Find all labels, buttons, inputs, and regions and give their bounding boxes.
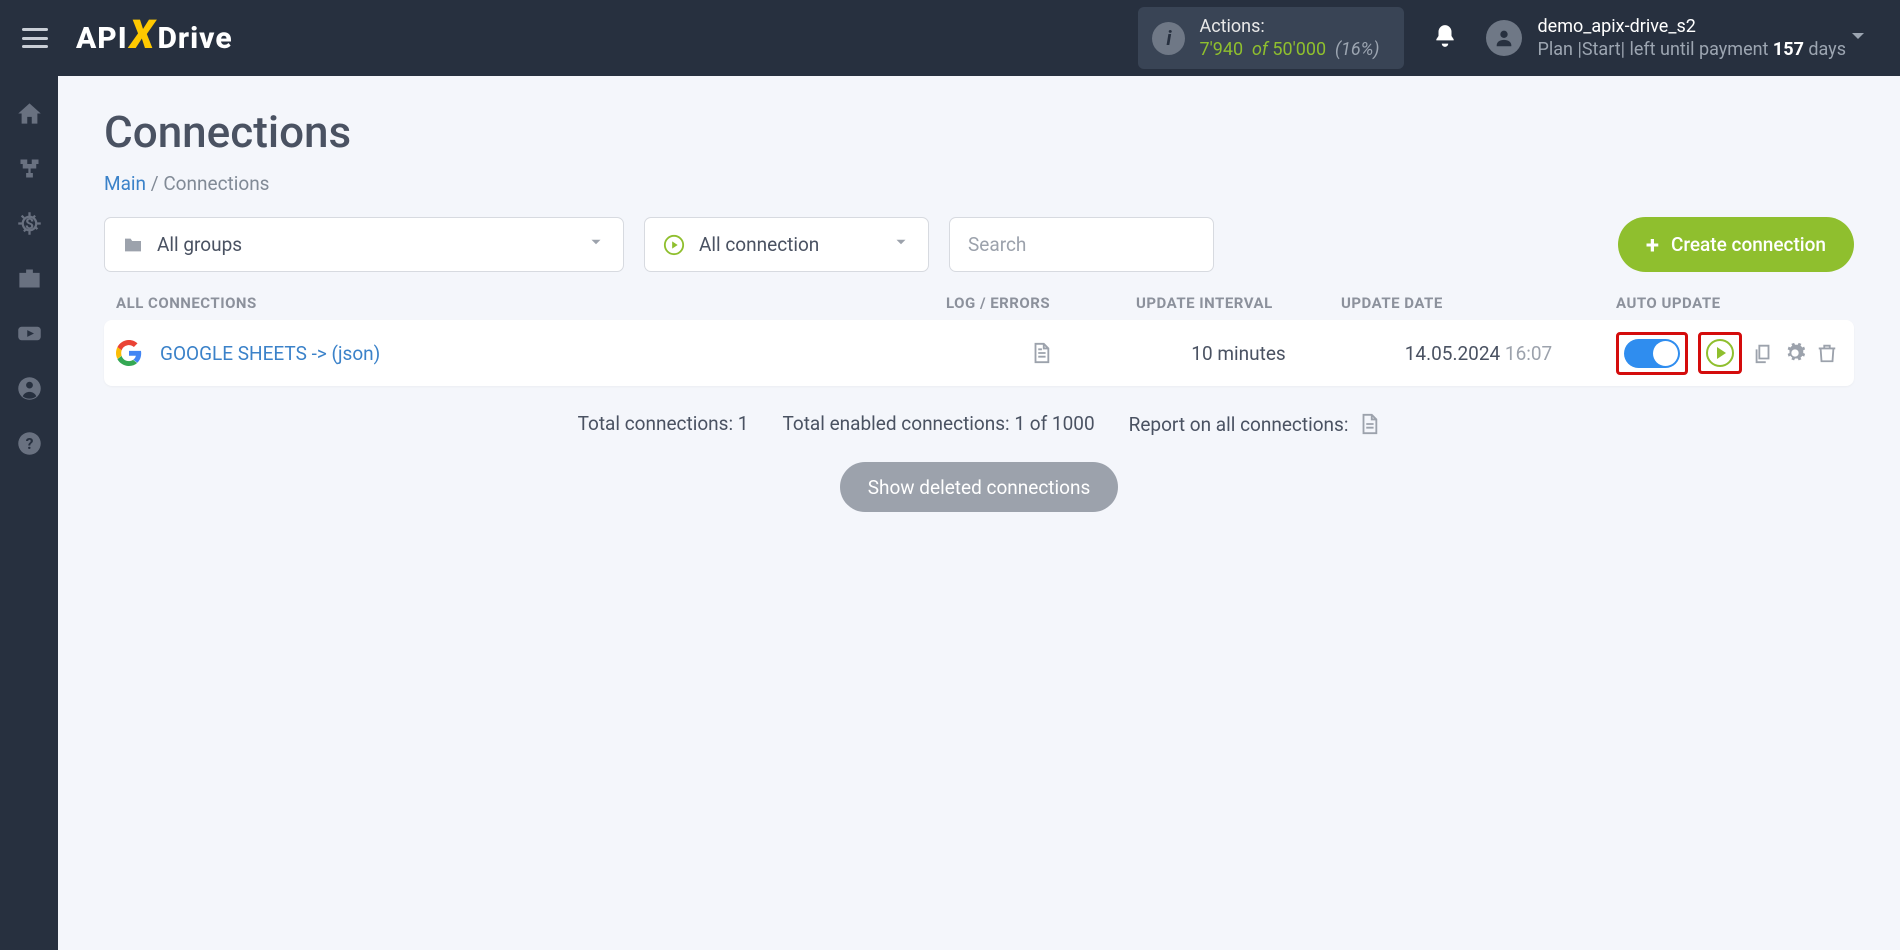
svg-text:$: $ [24,214,33,233]
row-actions [1616,332,1842,375]
table-header: ALL CONNECTIONS LOG / ERRORS UPDATE INTE… [104,294,1854,312]
total-connections: Total connections: 1 [578,412,749,436]
briefcase-icon[interactable] [16,265,43,292]
billing-icon[interactable]: $ [16,210,43,237]
main-content: Connections Main / Connections All group… [58,76,1900,950]
topbar: APIXDrive i Actions: 7'940 of 50'000 (16… [0,0,1900,76]
account-icon[interactable] [16,375,43,402]
col-interval: UPDATE INTERVAL [1136,294,1341,312]
video-icon[interactable] [16,320,43,347]
chevron-down-icon [892,233,910,256]
document-icon [1358,412,1380,436]
connections-icon[interactable] [16,155,43,182]
highlight-run [1698,332,1742,374]
update-interval: 10 minutes [1136,342,1341,365]
actions-counter[interactable]: i Actions: 7'940 of 50'000 (16%) [1138,7,1403,70]
connection-row[interactable]: GOOGLE SHEETS -> (json) 10 minutes 14.05… [104,320,1854,386]
folder-icon [123,237,143,253]
status-select[interactable]: All connection [644,217,929,272]
actions-label: Actions: [1199,15,1379,38]
home-icon[interactable] [16,100,43,127]
enabled-connections: Total enabled connections: 1 of 1000 [782,412,1094,436]
summary-row: Total connections: 1 Total enabled conne… [104,412,1854,436]
highlight-toggle [1616,332,1688,375]
page-title: Connections [104,106,1854,158]
document-icon [1030,341,1052,365]
breadcrumb: Main / Connections [104,172,1854,195]
connection-name[interactable]: GOOGLE SHEETS -> (json) [160,342,946,365]
play-circle-icon [663,234,685,256]
plan-info: Plan |Start| left until payment 157 days [1538,38,1846,61]
create-connection-button[interactable]: + Create connection [1618,217,1854,272]
help-icon[interactable]: ? [16,430,43,457]
groups-select[interactable]: All groups [104,217,624,272]
info-icon: i [1152,22,1185,55]
user-name: demo_apix-drive_s2 [1538,15,1846,38]
breadcrumb-current: Connections [163,172,269,195]
avatar-icon [1486,20,1522,56]
chevron-down-icon[interactable] [1846,24,1870,52]
show-deleted-button[interactable]: Show deleted connections [840,462,1119,512]
sidebar: $ ? [0,76,58,950]
run-now-button[interactable] [1706,339,1734,367]
col-date: UPDATE DATE [1341,294,1616,312]
menu-toggle[interactable] [22,28,48,48]
google-icon [116,340,142,366]
notifications-button[interactable] [1432,23,1458,53]
copy-icon[interactable] [1752,342,1774,364]
report-link[interactable]: Report on all connections: [1129,412,1381,436]
trash-icon[interactable] [1816,342,1838,364]
plus-icon: + [1646,231,1659,259]
chevron-down-icon [587,233,605,256]
col-name: ALL CONNECTIONS [116,294,946,312]
svg-text:?: ? [25,434,33,453]
log-button[interactable] [946,341,1136,365]
gear-icon[interactable] [1784,342,1806,364]
col-log: LOG / ERRORS [946,294,1136,312]
user-menu[interactable]: demo_apix-drive_s2 Plan |Start| left unt… [1486,15,1846,62]
search-input[interactable] [949,217,1214,272]
col-auto: AUTO UPDATE [1616,294,1842,312]
update-date: 14.05.2024 16:07 [1341,342,1616,365]
filter-row: All groups All connection + Create conne… [104,217,1854,272]
auto-update-toggle[interactable] [1624,339,1680,368]
logo[interactable]: APIXDrive [76,18,233,58]
breadcrumb-main[interactable]: Main [104,172,146,195]
actions-values: 7'940 of 50'000 (16%) [1199,38,1379,61]
